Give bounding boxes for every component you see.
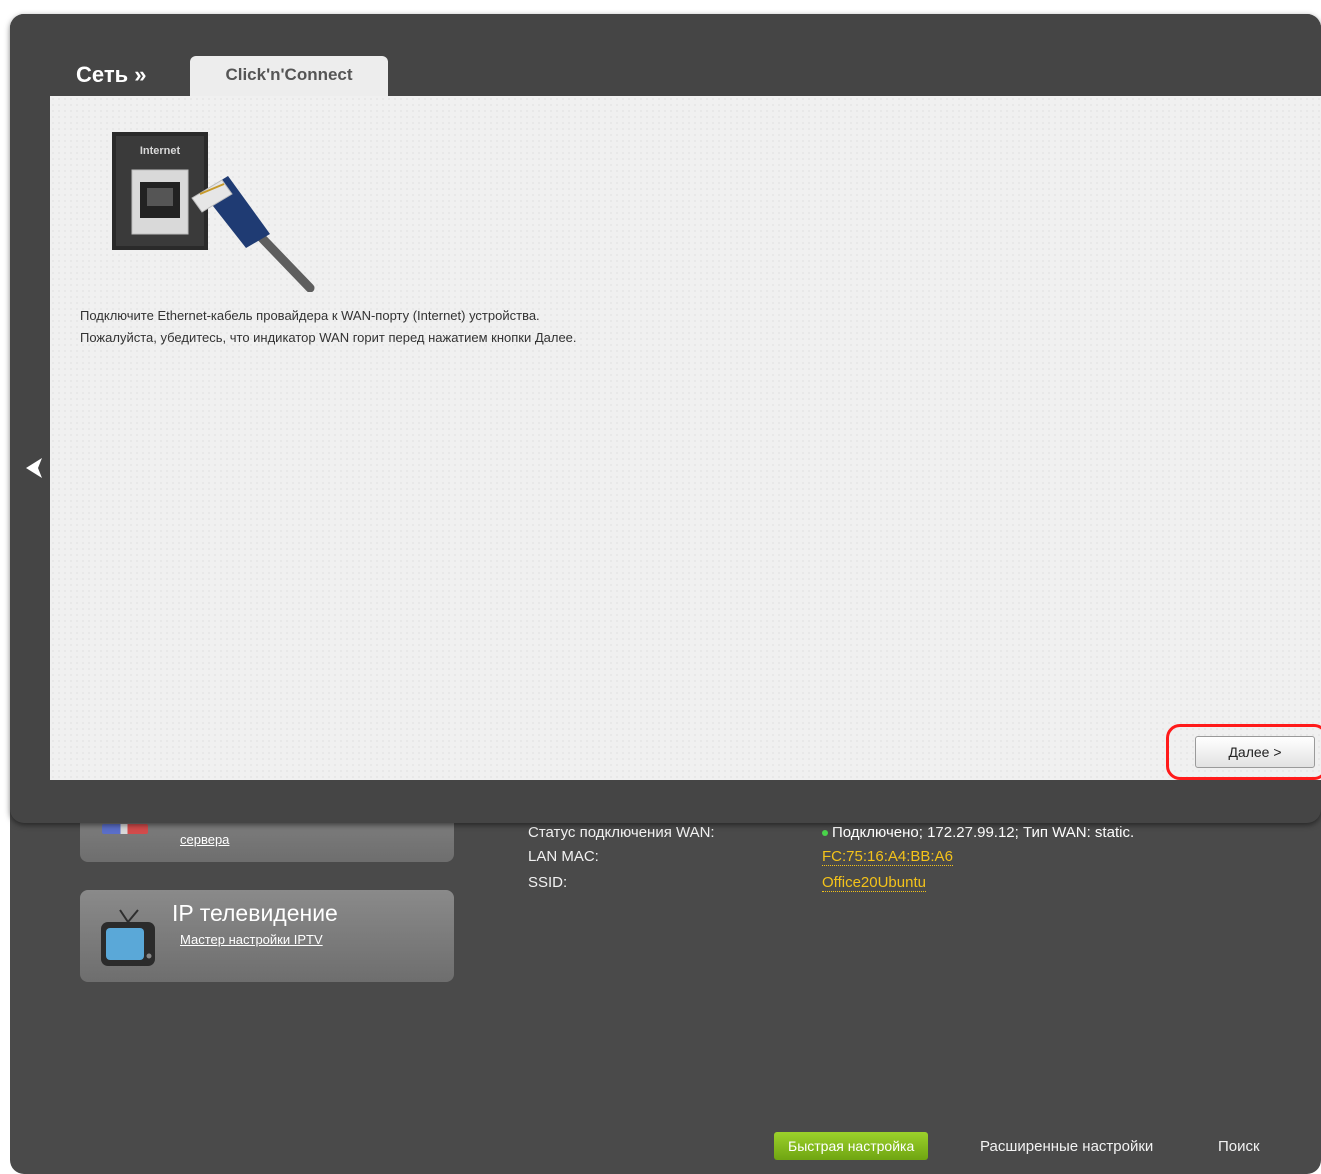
ssid-link[interactable]: Office20Ubuntu: [822, 874, 926, 892]
instruction-line-2: Пожалуйста, убедитесь, что индикатор WAN…: [80, 330, 577, 345]
quick-setup-button[interactable]: Быстрая настройка: [774, 1132, 929, 1160]
wizard-panel: Internet Подключите Ethernet-кабель пров…: [50, 96, 1321, 780]
iptv-card: IP телевидение Мастер настройки IPTV: [80, 890, 454, 982]
next-button-highlight: Далее >: [1166, 724, 1321, 780]
iptv-wizard-link[interactable]: Мастер настройки IPTV: [180, 932, 323, 947]
server-icon: [102, 824, 148, 834]
instruction-line-1: Подключите Ethernet-кабель провайдера к …: [80, 308, 540, 323]
ssid-label: SSID:: [528, 874, 568, 891]
wan-status-label: Статус подключения WAN:: [528, 824, 715, 841]
lan-mac-label: LAN MAC:: [528, 848, 599, 865]
breadcrumb[interactable]: Сеть »: [76, 62, 146, 88]
tab-click-n-connect[interactable]: Click'n'Connect: [190, 56, 388, 96]
tv-icon: [101, 909, 155, 966]
iptv-card-title: IP телевидение: [172, 900, 338, 926]
wan-status-text: Подключено; 172.27.99.12; Тип WAN: stati…: [832, 824, 1135, 841]
wan-status-value: Подключено; 172.27.99.12; Тип WAN: stati…: [822, 824, 1134, 841]
search-link[interactable]: Поиск: [1218, 1138, 1260, 1155]
next-button[interactable]: Далее >: [1195, 736, 1315, 768]
ethernet-port-icon: Internet: [112, 132, 315, 292]
advanced-settings-link[interactable]: Расширенные настройки: [980, 1138, 1153, 1155]
illustration-label: Internet: [140, 145, 181, 157]
lan-mac-link[interactable]: FC:75:16:A4:BB:A6: [822, 848, 953, 866]
status-dot-icon: [822, 830, 828, 837]
back-arrow-icon[interactable]: [24, 456, 44, 480]
dns-card-link[interactable]: сервера: [180, 832, 229, 847]
click-n-connect-modal: Сеть » Click'n'Connect Internet Подключи…: [10, 14, 1321, 823]
